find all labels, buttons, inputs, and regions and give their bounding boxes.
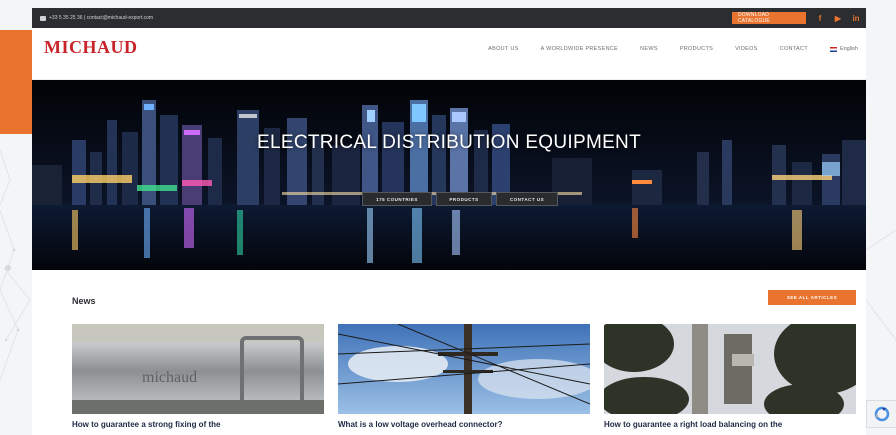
news-title[interactable]: How to guarantee a strong fixing of the bbox=[72, 420, 324, 429]
facebook-icon[interactable]: f bbox=[816, 14, 824, 23]
news-section: News SEE ALL ARTICLES michaud How to gua… bbox=[32, 270, 866, 435]
top-bar: +33 5 35 25 36 | contact@michaud-export.… bbox=[32, 8, 866, 28]
uk-flag-icon bbox=[829, 46, 837, 52]
phone-icon bbox=[40, 15, 46, 21]
news-card[interactable]: What is a low voltage overhead connector… bbox=[338, 324, 590, 429]
hero-title: ELECTRICAL DISTRIBUTION EQUIPMENT bbox=[257, 132, 641, 153]
download-catalogue-button[interactable]: DOWNLOAD CATALOGUE bbox=[732, 12, 806, 24]
news-heading: News bbox=[72, 296, 96, 306]
linkedin-icon[interactable]: in bbox=[852, 14, 860, 23]
news-card[interactable]: michaud How to guarantee a strong fixing… bbox=[72, 324, 324, 429]
countries-button[interactable]: 175 COUNTRIES bbox=[362, 192, 432, 206]
news-image-power-lines[interactable] bbox=[338, 324, 590, 414]
hero-buttons: 175 COUNTRIES PRODUCTS CONTACT US bbox=[362, 192, 558, 206]
recaptcha-icon bbox=[874, 406, 889, 422]
city-skyline-image bbox=[32, 80, 866, 270]
website-page: +33 5 35 25 36 | contact@michaud-export.… bbox=[32, 8, 866, 435]
main-nav: ABOUT US A WORLDWIDE PRESENCE NEWS PRODU… bbox=[488, 46, 858, 52]
nav-about-us[interactable]: ABOUT US bbox=[488, 46, 518, 52]
news-title[interactable]: What is a low voltage overhead connector… bbox=[338, 420, 590, 429]
michaud-logo[interactable]: MICHAUD bbox=[44, 37, 138, 58]
hero-banner: ELECTRICAL DISTRIBUTION EQUIPMENT 175 CO… bbox=[32, 80, 866, 270]
contact-info: +33 5 35 25 36 | contact@michaud-export.… bbox=[40, 15, 153, 21]
topbar-right: DOWNLOAD CATALOGUE f ▶ in bbox=[732, 12, 860, 24]
products-button[interactable]: PRODUCTS bbox=[436, 192, 492, 206]
site-header: MICHAUD ABOUT US A WORLDWIDE PRESENCE NE… bbox=[32, 28, 866, 80]
nav-videos[interactable]: VIDEOS bbox=[735, 46, 758, 52]
news-image-strapping[interactable]: michaud bbox=[72, 324, 324, 414]
language-selector[interactable]: English bbox=[829, 46, 858, 52]
language-label: English bbox=[839, 46, 858, 52]
news-title[interactable]: How to guarantee a right load balancing … bbox=[604, 420, 856, 429]
youtube-icon[interactable]: ▶ bbox=[834, 14, 842, 23]
nav-contact[interactable]: CONTACT bbox=[780, 46, 808, 52]
nav-news[interactable]: NEWS bbox=[640, 46, 658, 52]
nav-products[interactable]: PRODUCTS bbox=[680, 46, 713, 52]
strap-engraving: michaud bbox=[142, 369, 197, 386]
see-all-articles-button[interactable]: SEE ALL ARTICLES bbox=[768, 290, 856, 305]
recaptcha-badge[interactable] bbox=[866, 400, 896, 428]
contact-us-button[interactable]: CONTACT US bbox=[496, 192, 558, 206]
nav-worldwide-presence[interactable]: A WORLDWIDE PRESENCE bbox=[541, 46, 619, 52]
decorative-orange-block bbox=[0, 30, 32, 134]
contact-text[interactable]: +33 5 35 25 36 | contact@michaud-export.… bbox=[49, 15, 153, 21]
news-card[interactable]: How to guarantee a right load balancing … bbox=[604, 324, 856, 429]
news-image-load-balancing[interactable] bbox=[604, 324, 856, 414]
